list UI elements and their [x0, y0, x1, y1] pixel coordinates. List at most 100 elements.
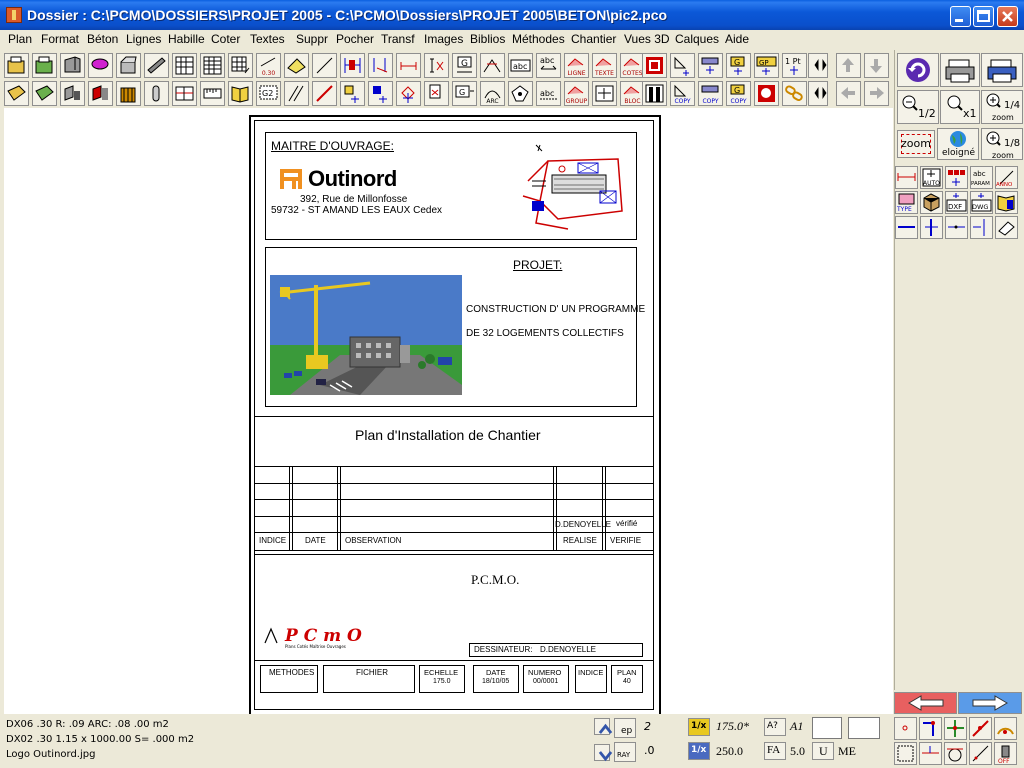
close-button[interactable] [997, 6, 1018, 27]
prev-arrow-button[interactable] [894, 692, 957, 714]
arrow-down-icon[interactable] [864, 53, 889, 78]
snap-h-icon[interactable] [895, 216, 918, 239]
line-thickness-icon[interactable]: 0.30 [256, 53, 281, 78]
menu-beton[interactable]: Béton [87, 32, 118, 46]
help-button[interactable]: A? [764, 718, 786, 736]
chain-icon[interactable] [782, 81, 807, 106]
grid-edit-icon[interactable] [228, 53, 253, 78]
zoom-window-button[interactable]: zoom [897, 130, 935, 158]
ep-button[interactable]: ep [614, 718, 636, 738]
text-abc-icon[interactable]: abc [508, 53, 533, 78]
print-color-button[interactable] [981, 53, 1023, 87]
text-move-icon[interactable]: abc [536, 53, 561, 78]
ligne-icon[interactable]: LIGNE [564, 53, 589, 78]
fa-button[interactable]: FA [764, 742, 786, 760]
cube-tool-icon[interactable] [920, 191, 943, 214]
snap-point-icon[interactable] [945, 216, 968, 239]
prev-next-icon[interactable] [808, 53, 828, 78]
menu-transf[interactable]: Transf [381, 32, 415, 46]
menu-pocher[interactable]: Pocher [336, 32, 374, 46]
field-a[interactable] [812, 717, 842, 739]
texte-icon[interactable]: TEXTE [592, 53, 617, 78]
copy-block-icon[interactable]: COPY [698, 81, 723, 106]
snap-arc-icon[interactable] [994, 717, 1017, 740]
anno-tool-icon[interactable]: ANNO [995, 166, 1018, 189]
snap-mid-icon[interactable] [919, 717, 942, 740]
menu-images[interactable]: Images [424, 32, 463, 46]
snap-perp-icon[interactable] [970, 216, 993, 239]
arrow-left-icon[interactable] [836, 81, 861, 106]
book-icon[interactable] [228, 81, 253, 106]
snap-cross-icon[interactable] [944, 717, 967, 740]
menu-textes[interactable]: Textes [250, 32, 285, 46]
door-icon[interactable] [642, 81, 667, 106]
menu-plan[interactable]: Plan [8, 32, 32, 46]
triangle-move-icon[interactable] [670, 53, 695, 78]
text-box-icon[interactable] [424, 81, 449, 106]
power-off-icon[interactable]: OFF [994, 742, 1017, 765]
tilted-folder-icon[interactable] [4, 81, 29, 106]
auto-tool-icon[interactable]: AUTO [920, 166, 943, 189]
save-folder-icon[interactable] [32, 53, 57, 78]
wall-2-icon[interactable] [60, 81, 85, 106]
app-icon[interactable] [6, 7, 22, 23]
grid-icon[interactable] [172, 53, 197, 78]
next-arrow-button[interactable] [958, 692, 1022, 714]
snap-diag-icon[interactable] [969, 742, 992, 765]
snap-line-icon[interactable] [969, 717, 992, 740]
menu-aide[interactable]: Aide [725, 32, 749, 46]
arrow-right-icon[interactable] [864, 81, 889, 106]
symbol-icon[interactable] [508, 81, 533, 106]
prev-next-2-icon[interactable] [808, 81, 828, 106]
menu-biblios[interactable]: Biblios [470, 32, 505, 46]
text-insert-icon[interactable] [424, 53, 449, 78]
frame-icon[interactable] [172, 81, 197, 106]
open-folder-icon[interactable] [4, 53, 29, 78]
dimension-move-icon[interactable] [368, 53, 393, 78]
measure-tool-icon[interactable] [895, 166, 918, 189]
zoom-half-button[interactable]: 1/2 [897, 90, 939, 124]
select-box-icon[interactable] [894, 742, 917, 765]
arrow-up-icon[interactable] [836, 53, 861, 78]
menu-methodes[interactable]: Méthodes [512, 32, 565, 46]
menu-vues-3d[interactable]: Vues 3D [624, 32, 670, 46]
field-b[interactable] [848, 717, 880, 739]
snap-perp-2-icon[interactable] [919, 742, 942, 765]
maximize-button[interactable] [973, 6, 994, 27]
arc-icon[interactable]: ARC [480, 81, 505, 106]
menu-chantier[interactable]: Chantier [571, 32, 616, 46]
wall-icon[interactable] [60, 53, 85, 78]
spin-down-icon[interactable] [594, 744, 613, 762]
cross-box-icon[interactable] [592, 81, 617, 106]
eraser-icon[interactable] [995, 216, 1018, 239]
line-icon[interactable] [312, 53, 337, 78]
table-icon[interactable] [200, 53, 225, 78]
group-move-icon[interactable]: G [726, 53, 751, 78]
type-tool-icon[interactable]: TYPE [895, 191, 918, 214]
u-button[interactable]: U [812, 742, 834, 760]
dim-move-3-icon[interactable] [368, 81, 393, 106]
block-move-icon[interactable] [698, 53, 723, 78]
offset-line-icon[interactable] [284, 81, 309, 106]
print-button[interactable] [940, 53, 980, 87]
pillar-icon[interactable] [144, 81, 169, 106]
zoom-box-icon[interactable] [754, 81, 779, 106]
beam-icon[interactable] [144, 53, 169, 78]
minimize-button[interactable] [950, 6, 971, 27]
dwg-tool-icon[interactable]: DWG [970, 191, 993, 214]
menu-lignes[interactable]: Lignes [126, 32, 161, 46]
zoom-far-button[interactable]: eloigné [937, 128, 979, 160]
group-icon[interactable]: GROUP [564, 81, 589, 106]
building-icon[interactable] [116, 81, 141, 106]
menu-suppr[interactable]: Suppr [296, 32, 328, 46]
opening-icon[interactable] [88, 81, 113, 106]
column-icon[interactable] [116, 53, 141, 78]
group-g-icon[interactable]: G [452, 53, 477, 78]
point-move-icon[interactable]: 1 Pt [782, 53, 807, 78]
zoom-eighth-button[interactable]: 1/8 zoom [981, 128, 1023, 160]
copy-group-icon[interactable]: G COPY [726, 81, 751, 106]
snap-end-icon[interactable] [894, 717, 917, 740]
node-icon[interactable] [396, 81, 421, 106]
menu-calques[interactable]: Calques [675, 32, 719, 46]
stairs-icon[interactable] [642, 53, 667, 78]
